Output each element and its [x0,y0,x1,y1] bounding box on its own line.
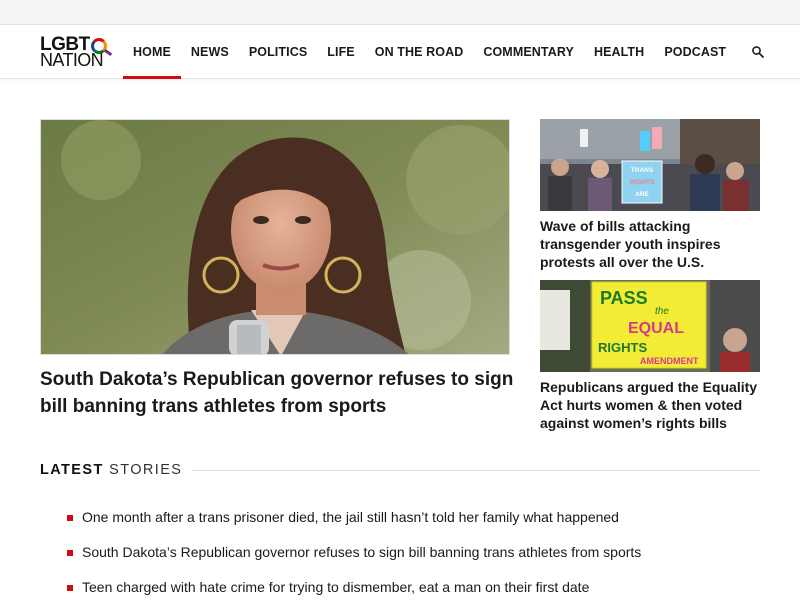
nav-item-home[interactable]: HOME [123,25,181,79]
nav-item-on-the-road[interactable]: ON THE ROAD [365,25,474,79]
main-nav: HOME NEWS POLITICS LIFE ON THE ROAD COMM… [123,25,736,79]
logo-text-bottom: NATION [40,50,104,70]
site-logo[interactable]: LGBT NATION [40,35,116,71]
protest-sign-text: PASS [600,288,648,308]
list-item[interactable]: South Dakota’s Republican governor refus… [67,534,767,569]
bullet-icon [67,515,73,521]
protest-sign-text: EQUAL [628,320,684,337]
side-story-image[interactable]: PASS the EQUAL RIGHTS AMENDMENT [540,280,760,372]
nav-item-health[interactable]: HEALTH [584,25,654,79]
side-story-image[interactable]: TRANS RIGHTS ARE [540,119,760,211]
side-story-card[interactable]: PASS the EQUAL RIGHTS AMENDMENT Republic… [540,280,760,432]
hero-headline[interactable]: South Dakota’s Republican governor refus… [40,366,520,420]
protest-sign-text: RIGHTS [630,179,655,186]
protest-sign-text: TRANS [631,167,654,174]
list-item[interactable]: Teen charged with hate crime for trying … [67,569,767,600]
hero-image[interactable] [40,119,510,355]
side-story-headline[interactable]: Wave of bills attacking transgender yout… [540,217,760,271]
side-story-headline[interactable]: Republicans argued the Equality Act hurt… [540,378,760,432]
bullet-icon [67,585,73,591]
side-story-card[interactable]: TRANS RIGHTS ARE Wave of bills attacking… [540,119,760,271]
latest-stories-header: LATEST STORIES [40,460,760,480]
nav-item-commentary[interactable]: COMMENTARY [473,25,584,79]
story-link[interactable]: One month after a trans prisoner died, t… [82,509,619,525]
section-title-bold: LATEST [40,462,104,478]
latest-stories-list: One month after a trans prisoner died, t… [67,499,767,600]
bullet-icon [67,550,73,556]
nav-item-podcast[interactable]: PODCAST [654,25,736,79]
story-link[interactable]: Teen charged with hate crime for trying … [82,579,589,595]
site-header: LGBT NATION HOME NEWS POLITICS LIFE ON T… [0,25,800,79]
protest-sign-text: ARE [635,191,649,198]
nav-item-life[interactable]: LIFE [317,25,364,79]
nav-item-news[interactable]: NEWS [181,25,239,79]
top-strip [0,0,800,25]
nav-item-politics[interactable]: POLITICS [239,25,317,79]
protest-sign-text: the [655,306,669,317]
protest-sign-text: RIGHTS [598,340,647,355]
list-item[interactable]: One month after a trans prisoner died, t… [67,499,767,534]
story-link[interactable]: South Dakota’s Republican governor refus… [82,544,641,560]
search-icon[interactable] [751,45,765,59]
section-title: LATEST STORIES [40,460,193,480]
protest-sign-text: AMENDMENT [640,356,699,366]
logo-q-tail [103,48,113,57]
section-title-light: STORIES [109,462,183,478]
